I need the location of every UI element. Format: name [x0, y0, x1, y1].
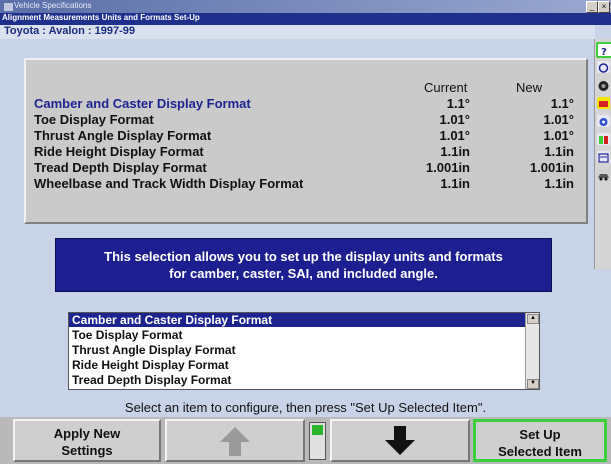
table-current-value: 1.001in [425, 160, 470, 175]
help-icon[interactable]: ? [596, 42, 611, 58]
arrow-up-icon [220, 427, 250, 456]
move-down-button[interactable] [330, 419, 470, 462]
window-titlebar: Vehicle Specifications _ × [0, 0, 611, 13]
scroll-up-icon[interactable]: ▲ [527, 314, 539, 324]
column-header-new: New [516, 80, 543, 95]
readings-icon[interactable] [597, 97, 610, 109]
alignment-icon[interactable] [597, 115, 610, 127]
tools-icon[interactable] [597, 133, 610, 145]
table-new-value: 1.01° [543, 128, 574, 143]
table-new-value: 1.1in [544, 176, 574, 191]
table-current-value: 1.01° [439, 112, 470, 127]
set-up-selected-item-button[interactable]: Set Up Selected Item [473, 419, 607, 462]
format-table: Current New Camber and Caster Display Fo… [24, 58, 588, 224]
column-header-current: Current [424, 80, 468, 95]
table-current-value: 1.1° [446, 96, 470, 111]
specs-icon[interactable] [597, 151, 610, 163]
list-item[interactable]: Camber and Caster Display Format [69, 313, 525, 327]
description-line-1: This selection allows you to set up the … [104, 249, 503, 264]
screen-subtitle-bar: Alignment Measurements Units and Formats… [0, 13, 611, 25]
list-position-indicator [309, 422, 326, 460]
wheel-icon[interactable] [597, 79, 610, 91]
scroll-down-icon[interactable]: ▼ [527, 379, 539, 389]
vehicle-icon[interactable] [597, 169, 610, 181]
list-item[interactable]: Thrust Angle Display Format [69, 343, 525, 357]
apply-new-settings-button[interactable]: Apply New Settings [13, 419, 161, 462]
settings-icon[interactable] [597, 61, 610, 73]
arrow-down-icon [385, 426, 415, 455]
list-item[interactable]: Toe Display Format [69, 328, 525, 342]
app-icon [3, 2, 14, 12]
table-current-value: 1.1in [440, 176, 470, 191]
table-new-value: 1.01° [543, 112, 574, 127]
vehicle-bar: Toyota : Avalon : 1997-99 [0, 25, 595, 39]
apply-button-label-line2: Settings [61, 443, 113, 458]
screen-subtitle: Alignment Measurements Units and Formats… [2, 13, 200, 22]
setup-button-label-line1: Set Up [519, 427, 561, 442]
setup-button-label-line2: Selected Item [498, 444, 582, 459]
vehicle-name: Toyota : Avalon : 1997-99 [4, 25, 136, 37]
list-position-marker [312, 425, 323, 435]
minimize-button[interactable]: _ [586, 1, 598, 13]
close-button[interactable]: × [598, 1, 610, 13]
format-list[interactable]: Camber and Caster Display Format Toe Dis… [68, 312, 540, 390]
instruction-text: Select an item to configure, then press … [124, 400, 487, 415]
table-row-label: Thrust Angle Display Format [34, 128, 212, 143]
move-up-button[interactable] [165, 419, 305, 462]
table-row-label: Wheelbase and Track Width Display Format [34, 176, 304, 191]
table-current-value: 1.1in [440, 144, 470, 159]
table-row-label: Toe Display Format [34, 112, 154, 127]
table-current-value: 1.01° [439, 128, 470, 143]
table-row-label: Ride Height Display Format [34, 144, 204, 159]
description-line-2: for camber, caster, SAI, and included an… [169, 266, 438, 281]
table-row-label: Camber and Caster Display Format [34, 96, 251, 111]
table-new-value: 1.001in [529, 160, 574, 175]
description-box: This selection allows you to set up the … [55, 238, 552, 292]
window-title: Vehicle Specifications [14, 1, 92, 10]
list-item[interactable]: Ride Height Display Format [69, 358, 525, 372]
table-new-value: 1.1° [550, 96, 574, 111]
list-scrollbar[interactable]: ▲ ▼ [525, 313, 539, 389]
table-row-label: Tread Depth Display Format [34, 160, 207, 175]
right-toolbar: ? [594, 39, 611, 269]
svg-text:?: ? [601, 47, 607, 57]
table-new-value: 1.1in [544, 144, 574, 159]
list-item[interactable]: Tread Depth Display Format [69, 373, 525, 387]
apply-button-label-line1: Apply New [53, 426, 121, 441]
